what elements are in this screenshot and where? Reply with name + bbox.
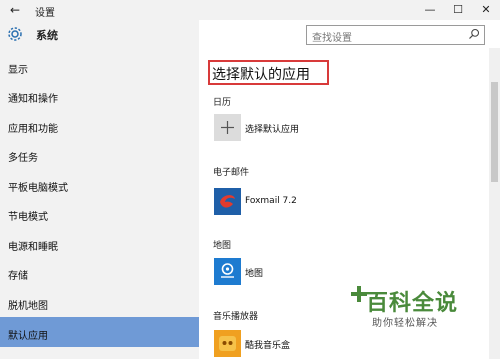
sidebar-item-display[interactable]: 显示 [0,51,199,81]
sidebar-item-label: 脱机地图 [8,301,48,312]
sidebar-item-battery-saver[interactable]: 节电模式 [0,198,199,228]
sidebar-item-label: 通知和操作 [8,94,58,105]
sidebar-item-label: 节电模式 [8,212,48,223]
section-label-music: 音乐播放器 [213,312,259,322]
window-title: 设置 [35,8,55,19]
app-header: 系统 [0,20,199,48]
back-button[interactable]: ← [10,3,20,17]
sidebar-item-label: 电源和睡眠 [8,242,58,253]
title-bar: ← 设置 — ☐ ✕ [0,0,500,20]
section-label-maps: 地图 [213,241,232,251]
sidebar-item-label: 应用和功能 [8,124,58,135]
sidebar-item-label: 显示 [8,65,28,76]
maximize-button[interactable]: ☐ [444,0,472,20]
watermark-subtitle: 助你轻松解决 [372,318,438,329]
search-input[interactable]: 查找设置 [306,25,485,45]
sidebar-item-storage[interactable]: 存储 [0,257,199,287]
sidebar-item-power-sleep[interactable]: 电源和睡眠 [0,228,199,258]
app-name: Foxmail 7.2 [245,196,297,206]
search-placeholder: 查找设置 [312,33,352,44]
scrollbar[interactable] [489,48,500,359]
sidebar-item-label: 存储 [8,271,28,282]
plus-icon [214,114,241,141]
page-title: 选择默认的应用 [212,67,310,83]
app-name: 酷我音乐盒 [245,341,291,351]
kuwo-music-icon [214,330,241,357]
section-label-calendar: 日历 [213,98,232,108]
search-icon[interactable] [468,28,480,40]
foxmail-icon [214,188,241,215]
section-label-email: 电子邮件 [213,168,250,178]
sidebar-item-label: 默认应用 [8,331,48,342]
minimize-button[interactable]: — [416,0,444,20]
maps-icon [214,258,241,285]
sidebar-item-offline-maps[interactable]: 脱机地图 [0,287,199,317]
sidebar-item-multitasking[interactable]: 多任务 [0,139,199,169]
sidebar-item-default-apps[interactable]: 默认应用 [0,317,199,347]
app-name: 选择默认应用 [245,125,300,135]
app-name: 地图 [245,269,264,279]
sidebar-item-tablet-mode[interactable]: 平板电脑模式 [0,169,199,199]
sidebar-item-apps-features[interactable]: 应用和功能 [0,110,199,140]
gear-icon [8,27,22,41]
sidebar-item-label: 多任务 [8,153,38,164]
sidebar: 显示 通知和操作 应用和功能 多任务 平板电脑模式 节电模式 电源和睡眠 存储 … [0,48,199,359]
sidebar-item-label: 平板电脑模式 [8,183,68,194]
app-title: 系统 [36,29,58,42]
scrollbar-thumb[interactable] [491,82,498,182]
sidebar-item-notifications[interactable]: 通知和操作 [0,80,199,110]
close-button[interactable]: ✕ [472,0,500,20]
watermark-title: 百科全说 [366,291,459,316]
